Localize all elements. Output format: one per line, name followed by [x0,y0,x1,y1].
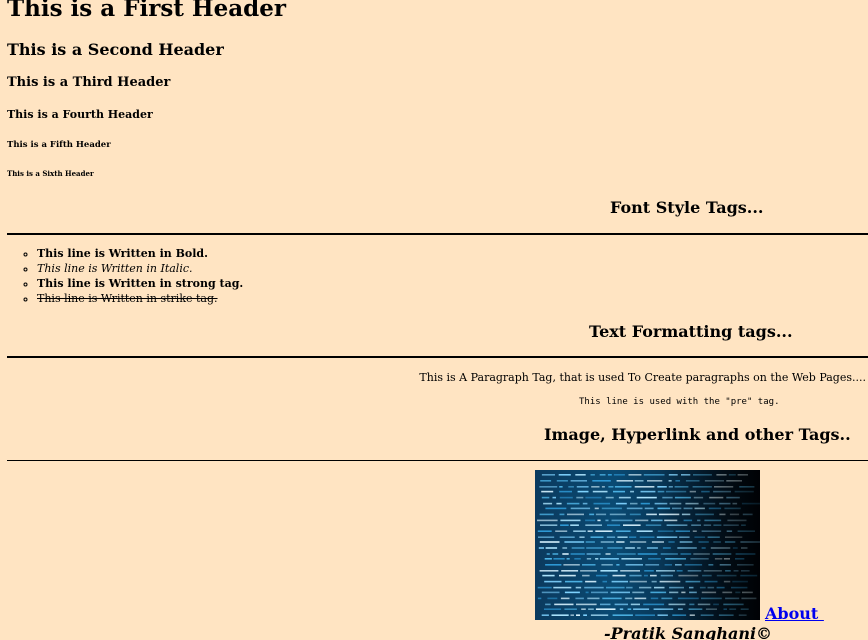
list-item-strong: This line is Written in strong tag. [37,276,243,291]
code-image [535,470,760,620]
page: This is a First Header This is a Second … [0,0,868,640]
list-item-italic: This line is Written in Italic. [37,261,243,276]
list-item-strike: This line is Written in strike tag. [37,291,243,306]
sixth-header: This is a Sixth Header [7,169,94,178]
paragraph-text: This is A Paragraph Tag, that is used To… [419,371,866,384]
first-header: This is a First Header [7,0,286,22]
signature: -Pratik Sanghani© [604,624,773,640]
fourth-header: This is a Fourth Header [7,108,153,121]
about-link[interactable]: About [765,604,824,623]
divider [7,356,868,358]
text-formatting-title: Text Formatting tags... [589,322,793,341]
third-header: This is a Third Header [7,75,171,90]
divider [7,460,868,461]
pre-text: This line is used with the "pre" tag. [579,397,780,407]
list-item-bold: This line is Written in Bold. [37,246,243,261]
font-style-title: Font Style Tags... [610,198,764,217]
font-style-list: This line is Written in Bold. This line … [7,246,243,306]
divider [7,233,868,235]
image-hyperlink-title: Image, Hyperlink and other Tags.. [544,425,851,444]
fifth-header: This is a Fifth Header [7,140,111,150]
second-header: This is a Second Header [7,40,224,59]
